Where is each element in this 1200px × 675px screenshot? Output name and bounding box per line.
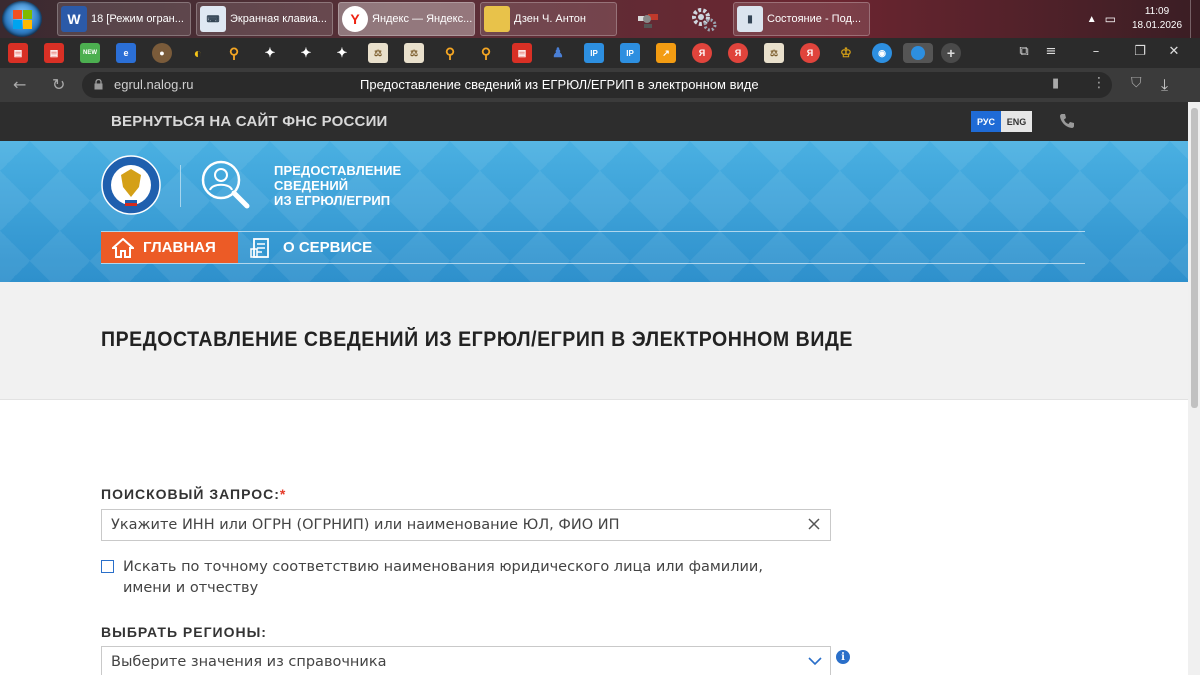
pinned-tab-search-icon-2[interactable]: ⚲ bbox=[440, 43, 460, 63]
taskbar-item-onscreen-keyboard[interactable]: ⌨ Экранная клавиа... bbox=[196, 2, 333, 36]
fns-emblem-logo[interactable] bbox=[101, 153, 161, 217]
search-query-placeholder: Укажите ИНН или ОГРН (ОГРНИП) или наимен… bbox=[111, 517, 620, 533]
pinned-tab-person-icon[interactable]: ♟ bbox=[548, 43, 568, 63]
pinned-tab-fns-active-icon[interactable] bbox=[903, 43, 933, 63]
page-title-section: ПРЕДОСТАВЛЕНИЕ СВЕДЕНИЙ ИЗ ЕГРЮЛ/ЕГРИП В… bbox=[0, 282, 1188, 400]
pinned-tab-chart-icon[interactable]: ↗ bbox=[656, 43, 676, 63]
exact-match-checkbox[interactable] bbox=[101, 560, 114, 573]
close-window-icon[interactable]: ✕ bbox=[1164, 44, 1184, 59]
nav-about-tab[interactable]: О СЕРВИСЕ bbox=[250, 232, 372, 263]
pinned-tab-pdf-icon[interactable]: ▤ bbox=[8, 43, 28, 63]
url-bar[interactable]: egrul.nalog.ru Предоставление сведений и… bbox=[82, 72, 1112, 98]
site-topbar: ВЕРНУТЬСЯ НА САЙТ ФНС РОССИИ РУС ENG bbox=[0, 102, 1188, 141]
new-tab-button[interactable]: + bbox=[941, 43, 961, 63]
pinned-tab-beeline-icon[interactable]: ◐ bbox=[188, 43, 208, 63]
system-tray: ▲ ▭ 11:09 18.01.2026 bbox=[1087, 0, 1200, 38]
lang-eng-button[interactable]: ENG bbox=[1001, 111, 1032, 132]
exact-match-label[interactable]: Искать по точному соответствию наименова… bbox=[123, 557, 803, 599]
download-icon[interactable]: ⤓ bbox=[1161, 75, 1168, 95]
page-scrollbar[interactable] bbox=[1188, 102, 1200, 675]
more-options-icon[interactable]: ⋮ bbox=[1092, 75, 1106, 91]
scrollbar-thumb[interactable] bbox=[1191, 108, 1198, 408]
pinned-tab-star-icon[interactable]: ✦ bbox=[260, 43, 280, 63]
site-header-banner: ПРЕДОСТАВЛЕНИЕ СВЕДЕНИЙ ИЗ ЕГРЮЛ/ЕГРИП Г… bbox=[0, 141, 1188, 282]
pinned-tab-search-icon[interactable]: ⚲ bbox=[224, 43, 244, 63]
pinned-tab-scales-icon[interactable]: ⚖ bbox=[368, 43, 388, 63]
pinned-tab-scales-icon-3[interactable]: ⚖ bbox=[764, 43, 784, 63]
pinned-tab-yandex-icon-3[interactable]: Я bbox=[800, 43, 820, 63]
document-icon bbox=[250, 237, 269, 258]
pinned-tab-yandex-icon[interactable]: Я bbox=[692, 43, 712, 63]
search-query-input[interactable]: Укажите ИНН или ОГРН (ОГРНИП) или наимен… bbox=[101, 509, 831, 541]
pinned-tab-ip-icon-2[interactable]: IP bbox=[620, 43, 640, 63]
taskbar-item-folder[interactable]: Дзен Ч. Антон bbox=[480, 2, 617, 36]
taskbar-item-word[interactable]: W 18 [Режим огран... bbox=[57, 2, 191, 36]
nav-bottom-line bbox=[101, 263, 1085, 264]
search-query-label: ПОИСКОВЫЙ ЗАПРОС:* bbox=[101, 486, 287, 502]
pinned-tab-avatar-icon[interactable]: ● bbox=[152, 43, 172, 63]
clear-input-icon[interactable] bbox=[806, 516, 822, 532]
show-desktop-button[interactable] bbox=[1190, 0, 1200, 38]
pinned-tab-ip-icon[interactable]: IP bbox=[584, 43, 604, 63]
windows-logo-icon bbox=[13, 10, 22, 19]
pinned-tab-fns-icon[interactable]: ◉ bbox=[872, 43, 892, 63]
pinned-tab-pdf-icon-3[interactable]: ▤ bbox=[512, 43, 532, 63]
pinned-tab-pdf-icon-2[interactable]: ▤ bbox=[44, 43, 64, 63]
url-host: egrul.nalog.ru bbox=[114, 77, 194, 92]
back-arrow-icon[interactable]: ← bbox=[13, 75, 26, 94]
satellite-icon bbox=[638, 14, 658, 28]
network-status-icon: ▮ bbox=[737, 6, 763, 32]
tray-expand-icon[interactable]: ▲ bbox=[1087, 14, 1097, 25]
folder-icon bbox=[484, 6, 510, 32]
lock-icon bbox=[94, 79, 103, 90]
chevron-down-icon bbox=[808, 657, 822, 666]
bookmark-icon[interactable]: ▮ bbox=[1052, 76, 1059, 91]
header-divider bbox=[180, 165, 181, 207]
info-icon[interactable]: i bbox=[836, 650, 850, 664]
regions-placeholder: Выберите значения из справочника bbox=[111, 654, 387, 670]
pinned-tab-search-icon-3[interactable]: ⚲ bbox=[476, 43, 496, 63]
taskbar-item-satellite[interactable] bbox=[622, 2, 674, 36]
nav-top-line bbox=[101, 231, 1085, 232]
pinned-tab-edge-icon[interactable]: e bbox=[116, 43, 136, 63]
nav-main-tab[interactable]: ГЛАВНАЯ bbox=[101, 232, 238, 263]
tabs-overview-icon[interactable]: ⧉ bbox=[1014, 44, 1034, 59]
tray-display-icon[interactable]: ▭ bbox=[1105, 12, 1116, 26]
pinned-tab-star-icon-3[interactable]: ✦ bbox=[332, 43, 352, 63]
home-icon bbox=[112, 237, 134, 258]
windows-taskbar: W 18 [Режим огран... ⌨ Экранная клавиа..… bbox=[0, 0, 1200, 38]
protect-shield-icon[interactable]: ⛉ bbox=[1131, 75, 1142, 91]
phone-icon[interactable] bbox=[1058, 112, 1076, 130]
back-to-fns-link[interactable]: ВЕРНУТЬСЯ НА САЙТ ФНС РОССИИ bbox=[111, 113, 388, 130]
regions-select[interactable]: Выберите значения из справочника bbox=[101, 646, 831, 675]
start-button[interactable] bbox=[2, 1, 42, 37]
required-mark: * bbox=[279, 486, 287, 502]
page-title: ПРЕДОСТАВЛЕНИЕ СВЕДЕНИЙ ИЗ ЕГРЮЛ/ЕГРИП В… bbox=[101, 328, 854, 351]
taskbar-item-yandex-browser[interactable]: Y Яндекс — Яндекс... bbox=[338, 2, 475, 36]
lang-rus-button[interactable]: РУС bbox=[971, 111, 1001, 132]
web-page: ВЕРНУТЬСЯ НА САЙТ ФНС РОССИИ РУС ENG ПРЕ… bbox=[0, 102, 1188, 675]
pinned-tab-news-icon[interactable]: NEW bbox=[80, 43, 100, 63]
address-bar-row: ← ↻ egrul.nalog.ru Предоставление сведен… bbox=[0, 68, 1200, 102]
taskbar-item-network-status[interactable]: ▮ Состояние - Под... bbox=[733, 2, 870, 36]
minimize-window-icon[interactable]: – bbox=[1086, 44, 1106, 59]
service-title: ПРЕДОСТАВЛЕНИЕ СВЕДЕНИЙ ИЗ ЕГРЮЛ/ЕГРИП bbox=[274, 163, 402, 208]
regions-label: ВЫБРАТЬ РЕГИОНЫ: bbox=[101, 624, 267, 640]
service-magnifier-icon bbox=[201, 160, 250, 209]
reload-icon[interactable]: ↻ bbox=[52, 75, 65, 94]
taskbar-item-settings[interactable] bbox=[678, 2, 730, 36]
restore-window-icon[interactable]: ❐ bbox=[1130, 44, 1150, 59]
pinned-tab-star-icon-2[interactable]: ✦ bbox=[296, 43, 316, 63]
word-icon: W bbox=[61, 6, 87, 32]
keyboard-icon: ⌨ bbox=[200, 6, 226, 32]
yandex-browser-icon: Y bbox=[342, 6, 368, 32]
pinned-tab-yandex-icon-2[interactable]: Я bbox=[728, 43, 748, 63]
pinned-tab-emblem-icon[interactable]: ♔ bbox=[836, 43, 856, 63]
gears-icon bbox=[692, 8, 717, 32]
browser-tab-strip: ▤ ▤ NEW e ● ◐ ⚲ ✦ ✦ ✦ ⚖ ⚖ ⚲ ⚲ ▤ ♟ IP IP … bbox=[0, 38, 1200, 68]
clock[interactable]: 11:09 18.01.2026 bbox=[1124, 5, 1190, 33]
url-page-title: Предоставление сведений из ЕГРЮЛ/ЕГРИП в… bbox=[360, 77, 759, 92]
browser-menu-icon[interactable]: ≡ bbox=[1041, 44, 1061, 59]
pinned-tab-scales-icon-2[interactable]: ⚖ bbox=[404, 43, 424, 63]
